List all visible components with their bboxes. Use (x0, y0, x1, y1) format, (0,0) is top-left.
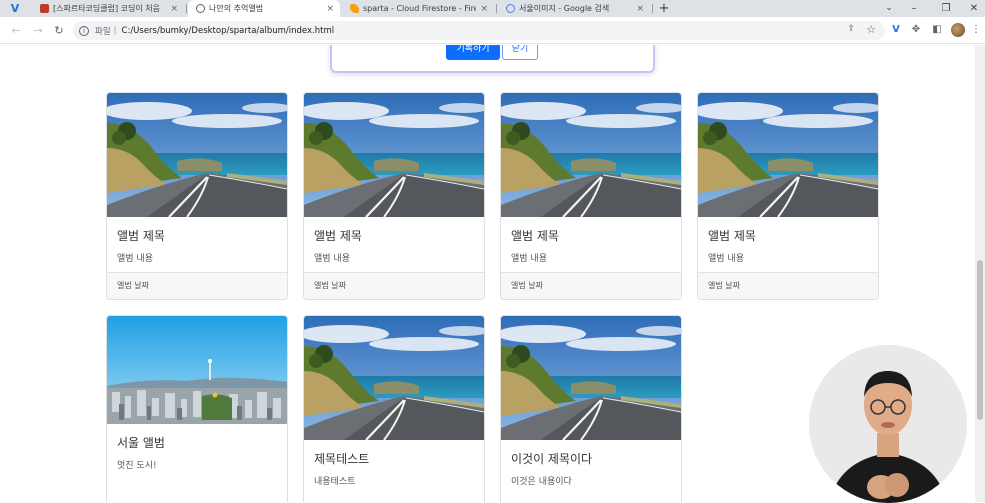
address-separator: | (113, 25, 117, 36)
browser-toolbar: ← → ↻ i 파일 | C:/Users/bumky/Desktop/spar… (0, 17, 985, 44)
card-text: 멋진 도시! (117, 461, 157, 471)
card-text: 앨범 내용 (117, 254, 153, 264)
card-title: 앨범 제목 (511, 229, 559, 243)
tab-divider (652, 4, 653, 13)
tab-google-search[interactable]: 서울이미지 - Google 검색 × (498, 0, 650, 17)
card-image (304, 316, 484, 440)
firebase-favicon-icon (350, 4, 359, 13)
close-window-icon[interactable]: ✕ (963, 0, 985, 17)
google-favicon-icon (506, 4, 515, 13)
card-image (698, 93, 878, 217)
album-card[interactable]: 서울 앨범 멋진 도시! (106, 315, 288, 502)
reload-icon[interactable]: ↻ (51, 17, 67, 44)
card-body: 서울 앨범 멋진 도시! (107, 424, 287, 479)
post-form-box: 기록하기 닫기 (330, 45, 655, 73)
address-bar[interactable]: i 파일 | C:/Users/bumky/Desktop/sparta/alb… (73, 21, 885, 40)
tab-search-chevron-icon[interactable]: ⌄ (878, 0, 900, 17)
extensions-puzzle-icon[interactable]: ✥ (908, 22, 924, 38)
card-body: 앨범 제목 앨범 내용 (304, 217, 484, 272)
card-text: 이것은 내용이다 (511, 477, 572, 487)
app-logo-icon[interactable]: V (0, 0, 30, 17)
album-card[interactable]: 앨범 제목 앨범 내용 앨범 날짜 (697, 92, 879, 300)
bookmark-favicon-icon (40, 4, 49, 13)
card-body: 앨범 제목 앨범 내용 (698, 217, 878, 272)
close-tab-icon[interactable]: × (326, 4, 334, 14)
back-arrow-icon[interactable]: ← (8, 17, 24, 44)
side-panel-icon[interactable]: ◧ (929, 22, 945, 38)
album-card[interactable]: 앨범 제목 앨범 내용 앨범 날짜 (303, 92, 485, 300)
card-title: 서울 앨범 (117, 436, 165, 450)
card-image (501, 316, 681, 440)
card-date: 앨범 날짜 (107, 272, 287, 299)
restore-icon[interactable]: ❐ (935, 0, 957, 17)
card-text: 내용테스트 (314, 477, 356, 487)
address-scheme: 파일 (95, 26, 111, 37)
tab-firestore[interactable]: sparta - Cloud Firestore - Fireb × (342, 0, 494, 17)
minimize-icon[interactable]: – (903, 0, 925, 17)
close-form-button[interactable]: 닫기 (502, 45, 538, 60)
card-image (501, 93, 681, 217)
card-image (107, 316, 287, 424)
card-image (107, 93, 287, 217)
menu-kebab-icon[interactable]: ⋮ (968, 22, 984, 38)
tab-title: 서울이미지 - Google 검색 (519, 4, 610, 13)
info-icon[interactable]: i (79, 25, 89, 36)
card-body: 앨범 제목 앨범 내용 (501, 217, 681, 272)
album-card[interactable]: 앨범 제목 앨범 내용 앨범 날짜 (500, 92, 682, 300)
post-button[interactable]: 기록하기 (446, 45, 500, 60)
album-card[interactable]: 제목테스트 내용테스트 (303, 315, 485, 502)
card-body: 이것이 제목이다 이것은 내용이다 (501, 440, 681, 495)
tab-title: 나만의 추억앨범 (209, 4, 264, 13)
scrollbar-thumb[interactable] (977, 260, 983, 420)
card-title: 앨범 제목 (314, 229, 362, 243)
close-tab-icon[interactable]: × (636, 4, 644, 14)
new-tab-button[interactable]: + (657, 0, 671, 17)
tab-title: sparta - Cloud Firestore - Fireb (363, 4, 477, 13)
card-title: 앨범 제목 (117, 229, 165, 243)
close-tab-icon[interactable]: × (170, 4, 178, 14)
extension-v-icon[interactable]: V (888, 22, 904, 38)
tab-divider (496, 4, 497, 13)
webcam-overlay (809, 345, 967, 503)
browser-tab-strip: V [스파르타코딩클럽] 코딩이 처음 × 나만의 추억앨범 × sparta … (0, 0, 985, 17)
album-card[interactable]: 이것이 제목이다 이것은 내용이다 (500, 315, 682, 502)
tab-sparta-coding[interactable]: [스파르타코딩클럽] 코딩이 처음 × (32, 0, 184, 17)
album-card[interactable]: 앨범 제목 앨범 내용 앨범 날짜 (106, 92, 288, 300)
page-scrollbar[interactable] (975, 45, 985, 502)
card-title: 제목테스트 (314, 452, 370, 466)
card-body: 제목테스트 내용테스트 (304, 440, 484, 495)
tab-title: [스파르타코딩클럽] 코딩이 처음 (53, 4, 161, 13)
profile-avatar[interactable] (951, 23, 965, 37)
share-icon[interactable]: ⇪ (847, 24, 855, 34)
globe-favicon-icon (196, 4, 205, 13)
card-date: 앨범 날짜 (698, 272, 878, 299)
card-image (304, 93, 484, 217)
card-text: 앨범 내용 (314, 254, 350, 264)
forward-arrow-icon[interactable]: → (30, 17, 46, 44)
card-text: 앨범 내용 (511, 254, 547, 264)
bookmark-star-icon[interactable]: ☆ (866, 23, 876, 36)
address-url[interactable]: C:/Users/bumky/Desktop/sparta/album/inde… (122, 26, 335, 36)
card-text: 앨범 내용 (708, 254, 744, 264)
card-date: 앨범 날짜 (501, 272, 681, 299)
close-tab-icon[interactable]: × (480, 4, 488, 14)
card-title: 앨범 제목 (708, 229, 756, 243)
card-title: 이것이 제목이다 (511, 452, 593, 466)
card-body: 앨범 제목 앨범 내용 (107, 217, 287, 272)
card-date: 앨범 날짜 (304, 272, 484, 299)
tab-divider (186, 4, 187, 13)
tab-memory-album[interactable]: 나만의 추억앨범 × (188, 0, 340, 17)
